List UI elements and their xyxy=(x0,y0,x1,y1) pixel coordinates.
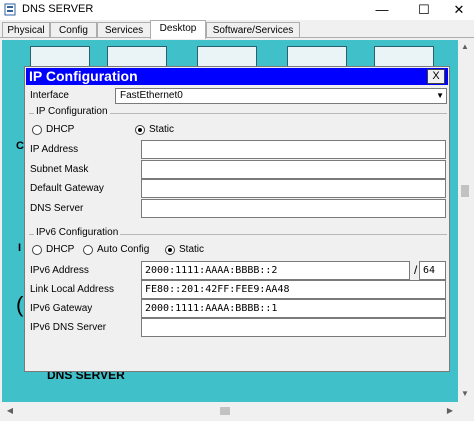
tab-physical[interactable]: Physical xyxy=(2,22,50,38)
maximize-button[interactable]: ☐ xyxy=(409,0,439,20)
ipv6-address-label: IPv6 Address xyxy=(30,265,89,276)
desktop-edge-letter: C xyxy=(16,140,24,152)
dialog-close-button[interactable]: X xyxy=(427,69,445,84)
desktop-app-icon[interactable] xyxy=(287,46,347,68)
tab-config[interactable]: Config xyxy=(50,22,97,38)
desktop-app-icon[interactable] xyxy=(107,46,167,68)
dns-server-input[interactable] xyxy=(141,199,446,218)
title-bar: DNS SERVER — ☐ ✕ xyxy=(0,0,474,20)
interface-select[interactable]: FastEthernet0 ▼ xyxy=(115,88,447,104)
ipv6-dns-server-input[interactable] xyxy=(141,318,446,337)
dialog-title-bar: IP Configuration X xyxy=(26,68,448,85)
subnet-mask-input[interactable] xyxy=(141,160,446,179)
ip-address-input[interactable] xyxy=(141,140,446,159)
vertical-scrollbar[interactable]: ▲ ▼ xyxy=(458,40,472,402)
tab-services[interactable]: Services xyxy=(97,22,151,38)
scroll-left-icon[interactable]: ◀ xyxy=(3,406,17,415)
desktop-app-icon[interactable] xyxy=(197,46,257,68)
ipv4-static-label: Static xyxy=(149,124,175,135)
app-icon xyxy=(4,3,16,16)
chevron-down-icon: ▼ xyxy=(436,91,444,100)
horizontal-scroll-thumb[interactable] xyxy=(220,407,230,415)
ipv4-dhcp-radio[interactable] xyxy=(32,125,42,135)
dialog-title: IP Configuration xyxy=(29,68,138,84)
interface-select-value: FastEthernet0 xyxy=(120,90,183,101)
desktop-edge-letter: ( xyxy=(16,292,24,317)
ipv6-gateway-label: IPv6 Gateway xyxy=(30,303,93,314)
ipv6-gateway-input[interactable]: 2000:1111:AAAA:BBBB::1 xyxy=(141,299,446,318)
window-title: DNS SERVER xyxy=(22,3,94,15)
subnet-mask-label: Subnet Mask xyxy=(30,164,89,175)
scroll-right-icon[interactable]: ▶ xyxy=(443,406,457,415)
desktop-app-icon[interactable] xyxy=(30,46,90,68)
interface-label: Interface xyxy=(30,90,69,101)
ipv6-dhcp-radio[interactable] xyxy=(32,245,42,255)
default-gateway-input[interactable] xyxy=(141,179,446,198)
default-gateway-label: Default Gateway xyxy=(30,183,104,194)
ip-configuration-dialog: IP Configuration X Interface FastEtherne… xyxy=(24,66,450,372)
link-local-address-input[interactable]: FE80::201:42FF:FEE9:AA48 xyxy=(141,280,446,299)
minimize-button[interactable]: — xyxy=(367,0,397,20)
dns-server-label: DNS Server xyxy=(30,203,84,214)
ipv6-auto-config-label: Auto Config xyxy=(97,244,150,255)
ipv4-group-title: IP Configuration xyxy=(34,106,110,117)
ipv6-dns-server-label: IPv6 DNS Server xyxy=(30,322,107,333)
close-window-button[interactable]: ✕ xyxy=(444,0,474,20)
ipv6-auto-config-radio[interactable] xyxy=(83,245,93,255)
scroll-up-icon[interactable]: ▲ xyxy=(458,42,472,51)
ipv6-static-radio[interactable] xyxy=(165,245,175,255)
app-window: DNS SERVER — ☐ ✕ Physical Config Service… xyxy=(0,0,474,421)
ipv6-dhcp-label: DHCP xyxy=(46,244,75,255)
vertical-scroll-thumb[interactable] xyxy=(461,185,469,197)
tab-bar: Physical Config Services Desktop Softwar… xyxy=(0,20,474,39)
tab-desktop[interactable]: Desktop xyxy=(150,20,206,39)
desktop-edge-letter: I xyxy=(18,242,22,254)
prefix-separator: / xyxy=(414,263,418,277)
scroll-down-icon[interactable]: ▼ xyxy=(458,389,472,398)
ipv6-static-label: Static xyxy=(179,244,205,255)
ipv4-static-radio[interactable] xyxy=(135,125,145,135)
horizontal-scrollbar[interactable]: ◀ ▶ xyxy=(2,404,458,418)
ip-address-label: IP Address xyxy=(30,144,79,155)
ipv6-prefix-input[interactable]: 64 xyxy=(419,261,446,280)
ipv6-group-title: IPv6 Configuration xyxy=(34,227,121,238)
tab-software-services[interactable]: Software/Services xyxy=(206,22,300,38)
ipv4-dhcp-label: DHCP xyxy=(46,124,75,135)
ipv6-address-input[interactable]: 2000:1111:AAAA:BBBB::2 xyxy=(141,261,410,280)
desktop-app-icon[interactable] xyxy=(374,46,434,68)
link-local-address-label: Link Local Address xyxy=(30,284,114,295)
